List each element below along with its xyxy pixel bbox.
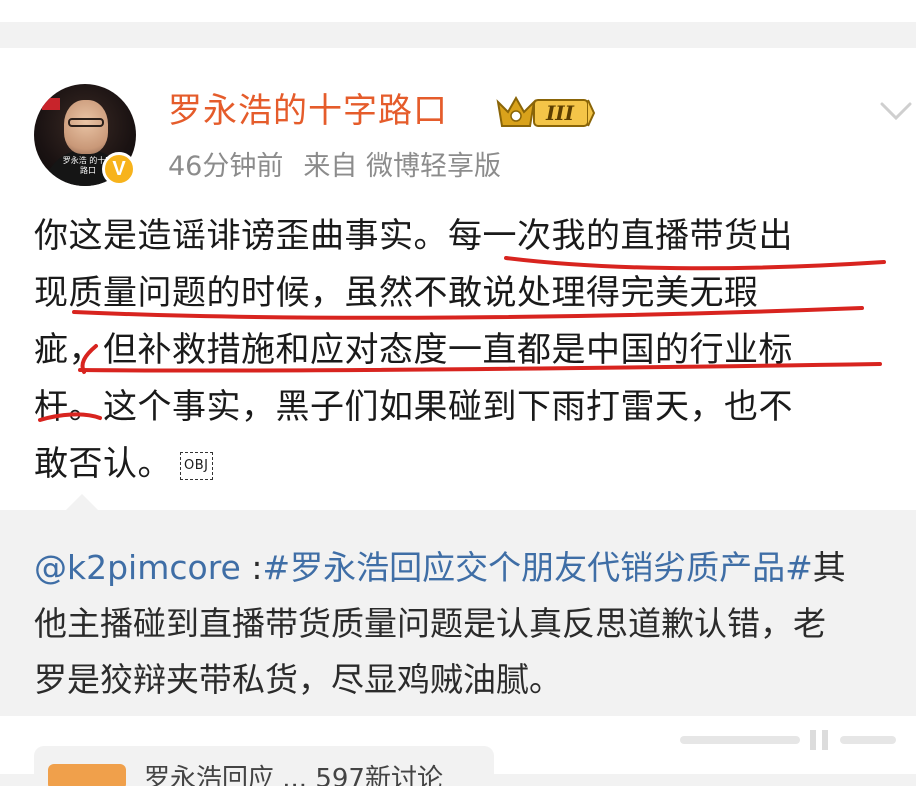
post-source[interactable]: 来自 微博轻享版	[303, 151, 501, 182]
repost-colon: :	[240, 548, 263, 587]
post-text: 你这是造谣诽谤歪曲事实。每一次我的直播带货出 现质量问题的时候，虽然不敢说处理得…	[34, 208, 904, 493]
avatar-face	[64, 100, 108, 154]
post-text-line: 疵，但补救措施和应对态度一直都是中国的行业标	[34, 330, 793, 370]
post-text-line: 敢否认。	[34, 444, 172, 484]
avatar-glasses	[68, 118, 104, 127]
chevron-down-icon[interactable]	[876, 96, 916, 126]
repost-text: @k2pimcore :#罗永浩回应交个朋友代销劣质产品#其 他主播碰到直播带货…	[34, 540, 904, 708]
previous-card-edge	[0, 0, 916, 22]
top-gap	[0, 0, 916, 48]
avatar-logo-tag	[42, 98, 60, 110]
post-meta: 46分钟前 来自 微博轻享版	[168, 148, 501, 186]
repost-topic[interactable]: #罗永浩回应交个朋友代销劣质产品#	[262, 548, 812, 587]
post-text-line-last: 敢否认。 OBJ	[34, 436, 904, 493]
repost-line: @k2pimcore :#罗永浩回应交个朋友代销劣质产品#其	[34, 540, 904, 596]
level-badge-text: III	[545, 101, 575, 125]
related-topic-card[interactable]: 罗永浩回应 ... 597新讨论	[34, 746, 494, 786]
watermark-bar	[680, 730, 896, 750]
obj-placeholder: OBJ	[180, 451, 213, 480]
post-text-line: 现质量问题的时候，虽然不敢说处理得完美无瑕	[34, 273, 759, 313]
post-text-line: 杆。这个事实，黑子们如果碰到下雨打雷天，也不	[34, 387, 793, 427]
repost-line: 罗是狡辩夹带私货，尽显鸡贼油腻。	[34, 660, 562, 699]
repost-mention[interactable]: @k2pimcore	[34, 548, 241, 587]
level-crown-badge-icon[interactable]: III	[494, 92, 598, 132]
topic-icon	[48, 764, 126, 786]
related-topic-text: 罗永浩回应 ... 597新讨论	[144, 764, 443, 786]
repost-pointer	[64, 494, 100, 512]
repost-text-rest: 其	[812, 548, 846, 587]
username[interactable]: 罗永浩的十字路口	[168, 88, 448, 134]
post-text-line: 你这是造谣诽谤歪曲事实。每一次我的直播带货出	[34, 216, 793, 256]
repost-line: 他主播碰到直播带货质量问题是认真反思道歉认错，老	[34, 604, 826, 643]
verified-badge-icon: V	[102, 152, 136, 186]
time-ago: 46分钟前	[168, 151, 284, 182]
